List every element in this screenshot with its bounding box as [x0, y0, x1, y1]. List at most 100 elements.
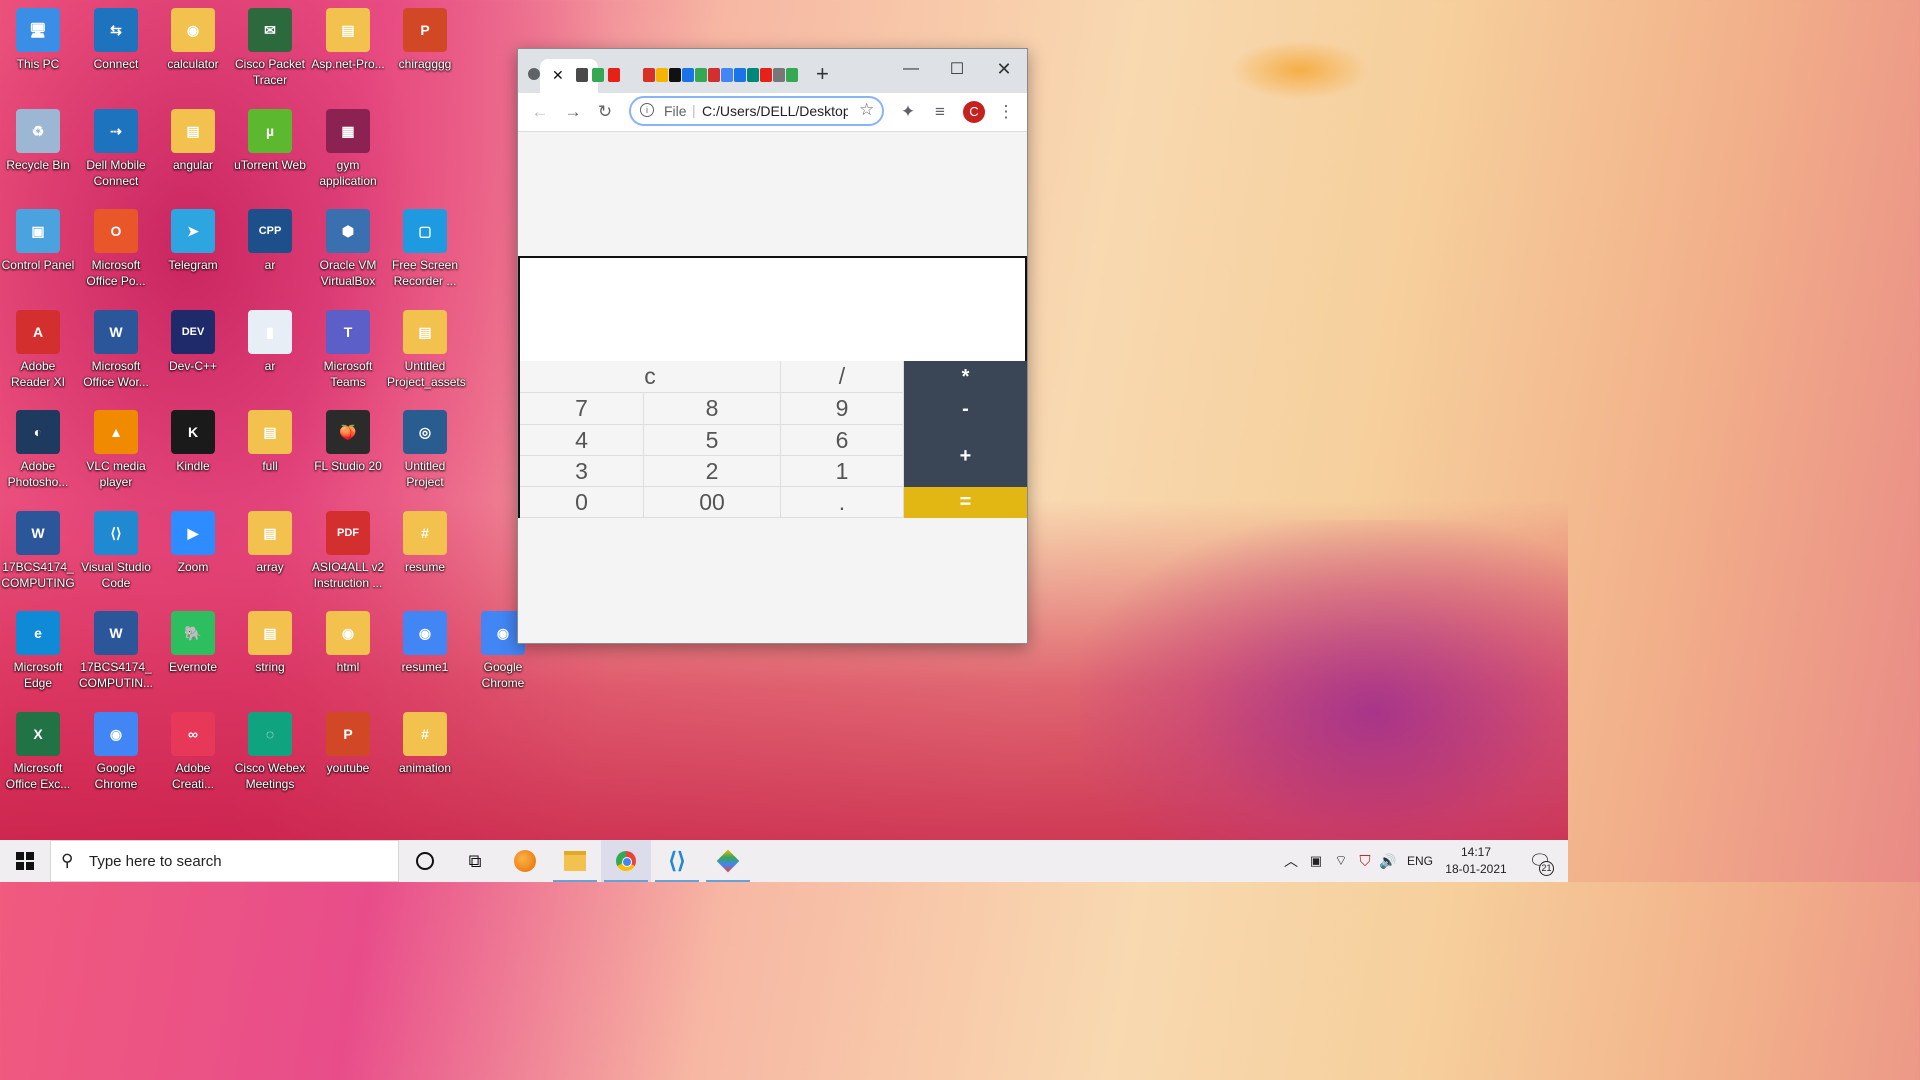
- desktop-icon[interactable]: 🍑 FL Studio 20: [309, 402, 387, 474]
- tab-favicon-icon[interactable]: [786, 68, 798, 82]
- desktop-icon[interactable]: W Microsoft Office Wor...: [77, 302, 155, 390]
- calculator-display[interactable]: [520, 258, 1025, 361]
- key-6[interactable]: 6: [781, 425, 904, 456]
- taskbar-search-box[interactable]: ⚲ Type here to search: [50, 840, 399, 882]
- tab-favicon-icon[interactable]: [708, 68, 720, 82]
- key-3[interactable]: 3: [520, 456, 644, 487]
- profile-avatar[interactable]: C: [963, 101, 985, 123]
- minus-key[interactable]: -: [904, 393, 1027, 425]
- tab-favicon-icon[interactable]: [608, 68, 620, 82]
- tab-favicon-icon[interactable]: [656, 68, 668, 82]
- desktop-icon[interactable]: ◌ Cisco Webex Meetings: [231, 704, 309, 792]
- desktop-icon[interactable]: ▲ VLC media player: [77, 402, 155, 490]
- multiply-key[interactable]: *: [904, 361, 1027, 393]
- desktop-icon[interactable]: X Microsoft Office Exc...: [0, 704, 77, 792]
- desktop-icon[interactable]: ▤ array: [231, 503, 309, 575]
- desktop-icon[interactable]: # animation: [386, 704, 464, 776]
- reading-list-icon[interactable]: ≡: [930, 102, 950, 122]
- key-9[interactable]: 9: [781, 393, 904, 425]
- tab-favicon-icon[interactable]: [669, 68, 681, 82]
- key-5[interactable]: 5: [644, 425, 781, 456]
- minimize-button[interactable]: —: [888, 55, 934, 83]
- language-indicator[interactable]: ENG: [1402, 840, 1438, 882]
- desktop-icon[interactable]: ⟨⟩ Visual Studio Code: [77, 503, 155, 591]
- desktop-icon[interactable]: 🐘 Evernote: [154, 603, 232, 675]
- forward-arrow-icon[interactable]: →: [563, 102, 583, 122]
- tab-favicon-icon[interactable]: [592, 68, 604, 82]
- new-tab-button[interactable]: +: [816, 61, 829, 87]
- desktop-icon[interactable]: Pyoutube: [309, 704, 387, 776]
- desktop-icon[interactable]: DEV Dev-C++: [154, 302, 232, 374]
- desktop-icon[interactable]: ◉ Google Chrome: [77, 704, 155, 792]
- menu-kebab-icon[interactable]: ⋮: [996, 102, 1016, 122]
- tab-favicon-icon[interactable]: [760, 68, 772, 82]
- fl-studio-taskbar-icon[interactable]: [500, 840, 550, 882]
- divide-key[interactable]: /: [781, 361, 904, 393]
- close-tab-icon[interactable]: ✕: [552, 67, 564, 84]
- desktop-icon[interactable]: PDF ASIO4ALL v2 Instruction ...: [309, 503, 387, 591]
- key-7[interactable]: 7: [520, 393, 644, 425]
- desktop-icon[interactable]: W 17BCS4174_ COMPUTIN...: [77, 603, 155, 691]
- tab-active[interactable]: ✕: [540, 59, 598, 93]
- back-arrow-icon[interactable]: ←: [530, 102, 550, 122]
- url-text[interactable]: C:/Users/DELL/Desktop: [702, 103, 848, 119]
- tab-favicon-icon[interactable]: [695, 68, 707, 82]
- key-2[interactable]: 2: [644, 456, 781, 487]
- desktop-icon[interactable]: ▤ Asp.net-Pro...: [309, 0, 387, 72]
- desktop-icon[interactable]: ◉ calculator: [154, 0, 232, 72]
- desktop-icon[interactable]: ⇆ Connect: [77, 0, 155, 72]
- desktop-icon[interactable]: # resume: [386, 503, 464, 575]
- desktop-icon[interactable]: ▤ full: [231, 402, 309, 474]
- desktop-icon[interactable]: ✉ Cisco Packet Tracer: [231, 0, 309, 88]
- desktop-icon[interactable]: W 17BCS4174_ COMPUTING: [0, 503, 77, 591]
- tab-favicon-icon[interactable]: [747, 68, 759, 82]
- browser-window[interactable]: ✕ + — ☐ ✕ ← → ↻ i File | C:/Users/DELL/D…: [517, 48, 1028, 644]
- desktop-icon[interactable]: ➤ Telegram: [154, 201, 232, 273]
- notification-center-icon[interactable]: 🗨 21: [1520, 840, 1560, 882]
- desktop-icon[interactable]: Pchiragggg: [386, 0, 464, 72]
- cortana-circle-icon[interactable]: [400, 840, 450, 882]
- app-diamond-taskbar-icon[interactable]: [703, 840, 753, 882]
- extensions-puzzle-icon[interactable]: ✦: [898, 102, 918, 122]
- tab-favicon-icon[interactable]: [734, 68, 746, 82]
- desktop-icon[interactable]: ⬢ Oracle VM VirtualBox: [309, 201, 387, 289]
- maximize-button[interactable]: ☐: [934, 55, 980, 83]
- meet-now-icon[interactable]: ▣: [1305, 840, 1327, 882]
- clock[interactable]: 14:17 18-01-2021: [1440, 844, 1512, 878]
- desktop-icon[interactable]: ♻ Recycle Bin: [0, 101, 77, 173]
- key-8[interactable]: 8: [644, 393, 781, 425]
- desktop-icon[interactable]: ⇢ Dell Mobile Connect: [77, 101, 155, 189]
- file-explorer-taskbar-icon[interactable]: [550, 840, 600, 882]
- windows-start-button[interactable]: [0, 840, 50, 882]
- tab-favicon-icon[interactable]: [643, 68, 655, 82]
- tab-favicon-icon[interactable]: [721, 68, 733, 82]
- desktop-icon[interactable]: ◉ resume1: [386, 603, 464, 675]
- desktop-icon[interactable]: T Microsoft Teams: [309, 302, 387, 390]
- dot-key[interactable]: .: [781, 487, 904, 518]
- tab-favicon-icon[interactable]: [682, 68, 694, 82]
- desktop-icon[interactable]: ▮ ar: [231, 302, 309, 374]
- clear-key[interactable]: c: [520, 361, 781, 393]
- desktop-icon[interactable]: A Adobe Reader XI: [0, 302, 77, 390]
- key-1[interactable]: 1: [781, 456, 904, 487]
- desktop-icon[interactable]: µ uTorrent Web: [231, 101, 309, 173]
- desktop-icon[interactable]: ▣ Control Panel: [0, 201, 77, 273]
- tab-favicon-icon[interactable]: [576, 68, 588, 82]
- desktop-icon[interactable]: ▤ Untitled Project_assets: [386, 302, 466, 390]
- desktop-icon[interactable]: ∞ Adobe Creati...: [154, 704, 232, 792]
- desktop-icon[interactable]: CPP ar: [231, 201, 309, 273]
- close-window-button[interactable]: ✕: [981, 55, 1027, 83]
- task-view-icon[interactable]: ⧉: [450, 840, 500, 882]
- desktop-icon[interactable]: ◐ Adobe Photosho...: [0, 402, 77, 490]
- desktop-icon[interactable]: e Microsoft Edge: [0, 603, 77, 691]
- volume-icon[interactable]: 🔊: [1377, 840, 1399, 882]
- bookmark-star-icon[interactable]: ☆: [859, 100, 874, 120]
- desktop-icon[interactable]: ◎ Untitled Project: [386, 402, 464, 490]
- reload-icon[interactable]: ↻: [595, 102, 615, 122]
- desktop-icon[interactable]: O Microsoft Office Po...: [77, 201, 155, 289]
- desktop-icon[interactable]: 🖥 This PC: [0, 0, 77, 72]
- desktop-icon[interactable]: K Kindle: [154, 402, 232, 474]
- vscode-taskbar-icon[interactable]: ⟨⟩: [652, 840, 702, 882]
- desktop-icon[interactable]: ▶ Zoom: [154, 503, 232, 575]
- antivirus-shield-icon[interactable]: ⛉: [1354, 840, 1376, 882]
